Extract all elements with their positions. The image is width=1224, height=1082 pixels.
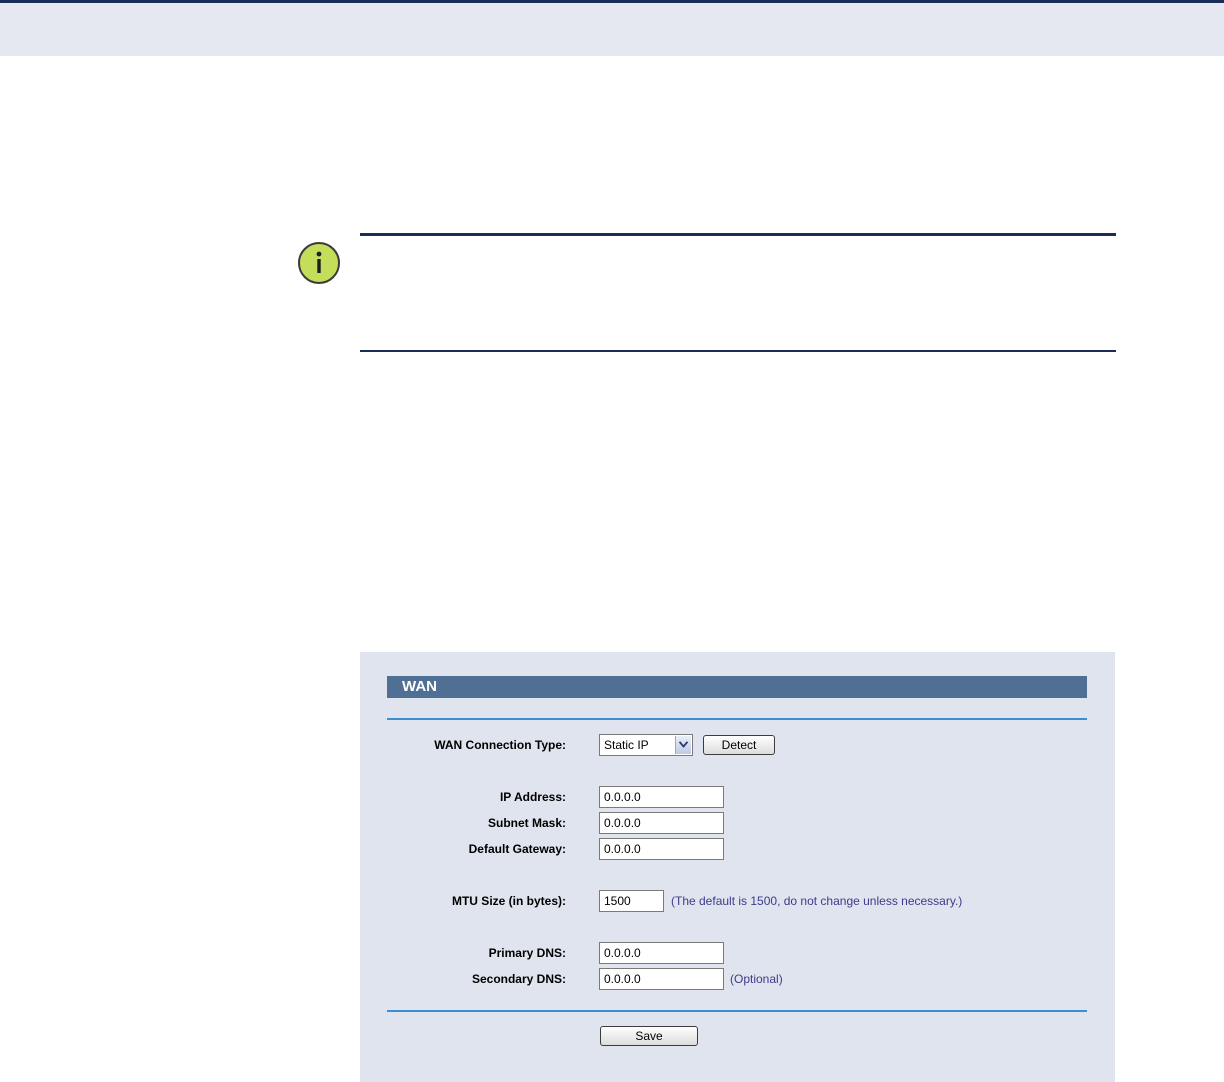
- panel-divider-bottom: [387, 1010, 1087, 1012]
- wan-settings-panel: WAN WAN Connection Type: Static IP Detec…: [360, 652, 1115, 1082]
- ip-address-label: IP Address:: [499, 790, 566, 804]
- detect-button[interactable]: Detect: [703, 735, 775, 755]
- subnet-mask-label: Subnet Mask:: [487, 816, 566, 830]
- note-bottom-rule: [360, 350, 1116, 352]
- secondary-dns-label: Secondary DNS:: [471, 972, 566, 986]
- secondary-dns-input[interactable]: [599, 968, 724, 990]
- mtu-size-input[interactable]: [599, 890, 664, 912]
- save-button[interactable]: Save: [600, 1026, 698, 1046]
- mtu-size-row: MTU Size (in bytes): (The default is 150…: [360, 890, 1115, 912]
- note-top-rule: [360, 233, 1116, 236]
- wan-connection-type-label: WAN Connection Type:: [434, 738, 566, 752]
- default-gateway-input[interactable]: [599, 838, 724, 860]
- wan-connection-type-row: WAN Connection Type: Static IP Detect: [360, 734, 1115, 756]
- default-gateway-label: Default Gateway:: [468, 842, 566, 856]
- info-icon: [297, 241, 341, 285]
- subnet-mask-input[interactable]: [599, 812, 724, 834]
- page-header-band: [0, 0, 1224, 56]
- secondary-dns-hint: (Optional): [730, 972, 783, 986]
- wan-connection-type-value: Static IP: [604, 738, 649, 752]
- primary-dns-row: Primary DNS:: [360, 942, 1115, 964]
- ip-address-input[interactable]: [599, 786, 724, 808]
- primary-dns-input[interactable]: [599, 942, 724, 964]
- panel-title: WAN: [387, 676, 1087, 698]
- primary-dns-label: Primary DNS:: [488, 946, 566, 960]
- page: WAN WAN Connection Type: Static IP Detec…: [0, 0, 1224, 1082]
- mtu-size-label: MTU Size (in bytes):: [451, 894, 566, 908]
- subnet-mask-row: Subnet Mask:: [360, 812, 1115, 834]
- chevron-down-icon[interactable]: [675, 736, 691, 754]
- mtu-size-hint: (The default is 1500, do not change unle…: [671, 894, 963, 908]
- secondary-dns-row: Secondary DNS: (Optional): [360, 968, 1115, 990]
- ip-address-row: IP Address:: [360, 786, 1115, 808]
- default-gateway-row: Default Gateway:: [360, 838, 1115, 860]
- panel-divider-top: [387, 718, 1087, 720]
- wan-connection-type-select[interactable]: Static IP: [599, 734, 693, 756]
